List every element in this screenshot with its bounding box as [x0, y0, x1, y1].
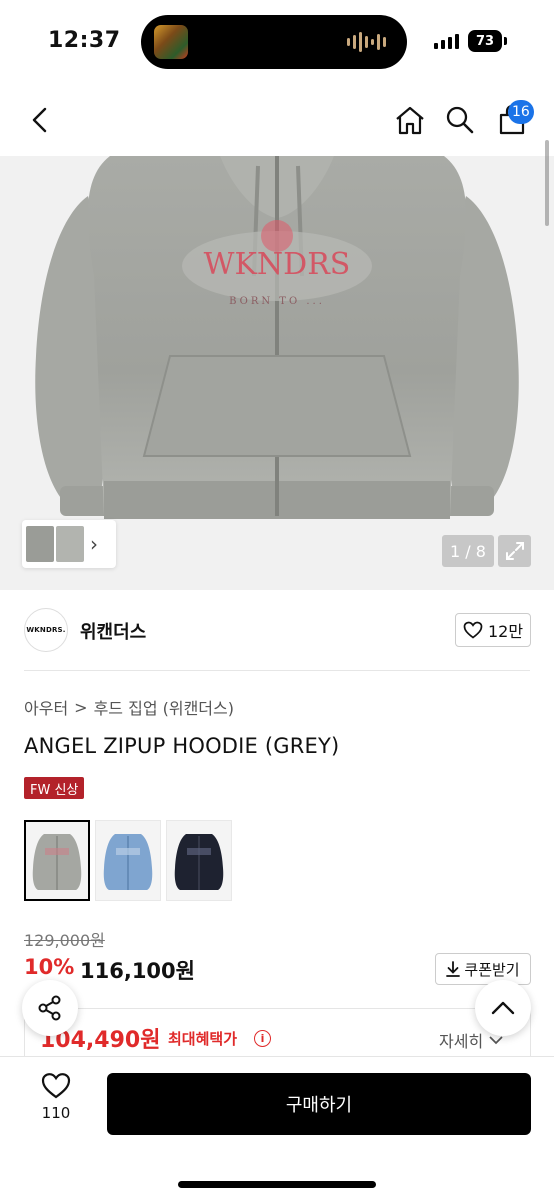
home-icon	[396, 106, 424, 135]
cart-count-badge: 16	[508, 100, 534, 124]
discount-rate: 10%	[24, 955, 75, 979]
image-thumbnail-strip[interactable]: ›	[22, 520, 116, 568]
thumbnail-image[interactable]	[26, 526, 54, 562]
brand-name[interactable]: 위캔더스	[80, 618, 146, 644]
breadcrumb-item-category[interactable]: 아우터	[24, 695, 68, 719]
coupon-label: 쿠폰받기	[464, 960, 520, 979]
download-icon	[446, 961, 461, 977]
color-option-black[interactable]	[166, 820, 232, 901]
svg-text:BORN TO ...: BORN TO ...	[229, 296, 325, 307]
battery-tip	[504, 37, 507, 45]
expand-icon	[505, 542, 524, 560]
svg-text:WKNDRS: WKNDRS	[204, 247, 351, 282]
color-option-grey[interactable]	[24, 820, 90, 901]
chevron-up-icon	[491, 1001, 515, 1015]
now-playing-artwork	[154, 25, 188, 59]
detail-label: 자세히	[439, 1032, 484, 1051]
coupon-download-button[interactable]: 쿠폰받기	[435, 953, 531, 985]
brand-like-button[interactable]: 12만	[455, 613, 531, 647]
wishlist-count: 110	[41, 1104, 71, 1122]
audio-waveform-icon	[347, 31, 387, 53]
status-time: 12:37	[48, 28, 121, 53]
scroll-to-top-button[interactable]	[475, 980, 531, 1036]
brand-logo-text: WKNDRS.	[26, 626, 66, 634]
info-icon[interactable]: i	[254, 1030, 271, 1047]
blue-hoodie-thumbnail	[103, 833, 153, 890]
brand-logo[interactable]: WKNDRS.	[24, 608, 68, 652]
home-button[interactable]	[392, 102, 428, 138]
breadcrumb-item-subcategory[interactable]: 후드 집업 (위캔더스)	[94, 695, 234, 719]
color-options	[24, 820, 232, 901]
original-price: 129,000원	[24, 931, 105, 950]
top-navigation	[0, 84, 554, 156]
thumbnail-image[interactable]	[56, 526, 84, 562]
heart-icon	[463, 621, 483, 639]
product-title: ANGEL ZIPUP HOODIE (GREY)	[24, 734, 340, 758]
page-scrollbar[interactable]	[545, 140, 549, 226]
section-divider	[24, 670, 530, 671]
sale-price: 116,100원	[80, 959, 195, 983]
heart-icon	[41, 1073, 71, 1099]
grey-hoodie-thumbnail	[32, 833, 82, 890]
color-option-blue[interactable]	[95, 820, 161, 901]
back-button[interactable]	[22, 102, 58, 138]
cellular-signal-icon	[434, 34, 459, 49]
like-count: 12만	[487, 622, 524, 641]
black-hoodie-thumbnail	[174, 833, 224, 890]
chevron-right-icon: ›	[90, 532, 98, 556]
search-button[interactable]	[442, 102, 478, 138]
share-button[interactable]	[22, 980, 78, 1036]
breadcrumb: 아우터 > 후드 집업 (위캔더스)	[24, 695, 234, 719]
max-benefit-label: 최대혜택가	[168, 1030, 238, 1048]
buy-button[interactable]: 구매하기	[107, 1073, 531, 1135]
expand-image-button[interactable]	[498, 535, 531, 567]
share-icon	[38, 995, 61, 1021]
breadcrumb-separator: >	[74, 697, 88, 717]
new-season-badge: FW 신상	[24, 777, 85, 799]
status-bar: 12:37 73	[0, 0, 554, 84]
wishlist-button[interactable]: 110	[28, 1072, 84, 1132]
image-page-counter: 1 / 8	[442, 535, 494, 567]
search-icon	[446, 106, 474, 134]
home-indicator[interactable]	[178, 1181, 376, 1188]
chevron-down-icon	[489, 1036, 503, 1045]
battery-indicator: 73	[468, 30, 502, 52]
dynamic-island[interactable]	[141, 15, 407, 69]
back-icon	[32, 107, 47, 133]
